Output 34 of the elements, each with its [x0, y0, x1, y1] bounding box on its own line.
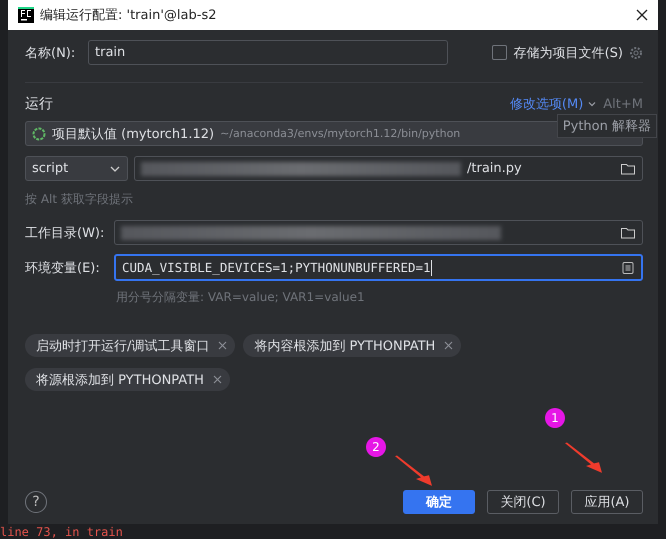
option-chip[interactable]: 将源根添加到 PYTHONPATH: [25, 368, 230, 391]
name-field[interactable]: train: [88, 40, 448, 65]
help-button[interactable]: ?: [25, 491, 47, 513]
folder-icon[interactable]: [620, 226, 636, 240]
script-type-dropdown[interactable]: script: [25, 156, 128, 181]
env-vars-field[interactable]: CUDA_VISIBLE_DEVICES=1;PYTHONUNBUFFERED=1: [114, 254, 643, 281]
option-chip[interactable]: 将内容根添加到 PYTHONPATH: [243, 334, 462, 357]
document-icon[interactable]: [621, 260, 635, 274]
tooltip: Python 解释器: [556, 114, 657, 138]
section-title: 运行: [25, 95, 53, 113]
hint-text: 用分号分隔变量: VAR=value; VAR1=value1: [116, 289, 366, 306]
dialog-button[interactable]: 关闭(C): [487, 490, 559, 514]
console-text: line 73, in train: [0, 525, 123, 539]
close-icon[interactable]: [636, 9, 648, 21]
folder-icon[interactable]: [620, 162, 636, 176]
script-path-field[interactable]: /train.py: [134, 156, 643, 181]
dialog-button[interactable]: 确定: [403, 490, 475, 514]
env-vars-label: 环境变量(E):: [25, 260, 101, 276]
hint-text: 按 Alt 获取字段提示: [25, 191, 134, 208]
chevron-down-icon: [587, 99, 598, 109]
chevron-down-icon: [109, 164, 121, 174]
modify-options-link[interactable]: 修改选项(M): [510, 95, 584, 113]
window-title: 编辑运行配置: 'train'@lab-s2: [40, 7, 216, 24]
name-label: 名称(N):: [25, 44, 76, 62]
dialog-button[interactable]: 应用(A): [571, 490, 643, 514]
working-dir-label: 工作目录(W):: [25, 224, 106, 242]
app-logo-icon: [18, 7, 34, 23]
store-label: 存储为项目文件(S): [514, 44, 623, 62]
store-checkbox[interactable]: [492, 45, 507, 60]
shortcut-text: Alt+M: [603, 96, 643, 112]
option-chip[interactable]: 启动时打开运行/调试工具窗口: [25, 334, 236, 357]
settings-icon[interactable]: [629, 46, 643, 60]
working-dir-field[interactable]: [114, 220, 643, 245]
loading-icon: [32, 126, 46, 140]
